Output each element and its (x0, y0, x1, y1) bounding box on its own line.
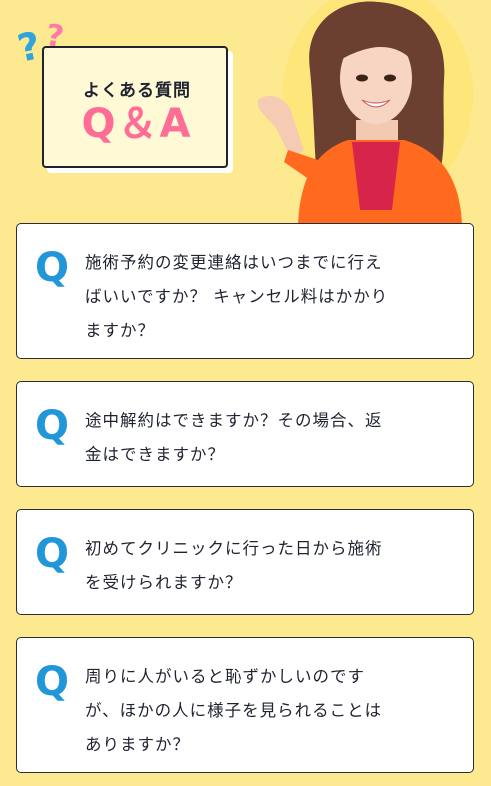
question-text: 初めてクリニックに行った日から施術 を受けられますか？ (85, 539, 383, 592)
faq-header: ? ? よくある質問 Q＆A (0, 0, 491, 225)
q-icon: Q (35, 403, 70, 449)
model-photo (248, 0, 491, 225)
speech-bubble-box: よくある質問 Q＆A (42, 46, 228, 168)
faq-item[interactable]: Q 周りに人がいると恥ずかしいのです が、ほかの人に様子を見られることは ありま… (16, 637, 474, 773)
section-subtitle: よくある質問 (83, 81, 191, 101)
question-text: 施術予約の変更連絡はいつまでに行え ばいいですか？ キャンセル料はかかり ますか… (85, 253, 389, 340)
faq-item[interactable]: Q 初めてクリニックに行った日から施術 を受けられますか？ (16, 509, 474, 615)
question-text: 途中解約はできますか？その場合、返 金はできますか？ (85, 411, 383, 464)
question-text: 周りに人がいると恥ずかしいのです が、ほかの人に様子を見られることは ありますか… (85, 667, 383, 754)
faq-item[interactable]: Q 施術予約の変更連絡はいつまでに行え ばいいですか？ キャンセル料はかかり ま… (16, 223, 474, 359)
q-icon: Q (35, 659, 70, 705)
q-icon: Q (35, 245, 70, 291)
blue-question-mark-icon: ? (13, 23, 45, 71)
speech-bubble: よくある質問 Q＆A (42, 46, 233, 173)
section-title: Q＆A (81, 101, 193, 147)
q-icon: Q (35, 531, 70, 577)
faq-item[interactable]: Q 途中解約はできますか？その場合、返 金はできますか？ (16, 381, 474, 487)
woman-illustration (257, 0, 473, 225)
